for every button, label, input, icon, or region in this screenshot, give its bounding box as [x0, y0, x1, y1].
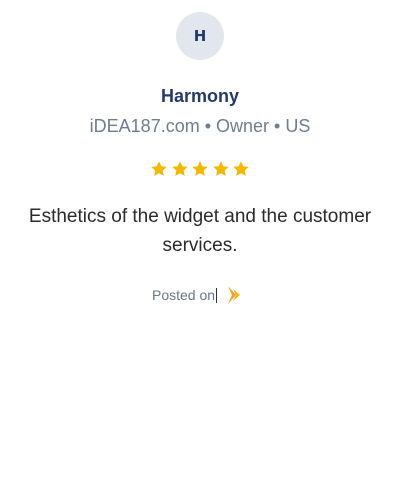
posted-on[interactable]: Posted on: [152, 285, 243, 305]
star-rating: [150, 160, 250, 180]
reviewer-name: Harmony: [160, 86, 240, 106]
capterra-logo-icon[interactable]: [227, 285, 243, 305]
star-icon: [212, 161, 229, 176]
star-icon: [233, 161, 249, 176]
avatar: H: [176, 12, 224, 60]
star-icon: [151, 161, 167, 176]
review-text: Esthetics of the widget and the customer…: [28, 206, 372, 256]
star-icon: [171, 161, 188, 176]
reviewer-meta: iDEA187.com • Owner • US: [89, 116, 311, 136]
star-icon: [192, 161, 208, 176]
avatar-initial: H: [193, 27, 207, 45]
posted-on-label: Posted on: [152, 287, 216, 303]
review-card: H Harmony iDEA187.com • Owner • US Esthe…: [0, 0, 400, 480]
text-cursor: [216, 287, 218, 303]
